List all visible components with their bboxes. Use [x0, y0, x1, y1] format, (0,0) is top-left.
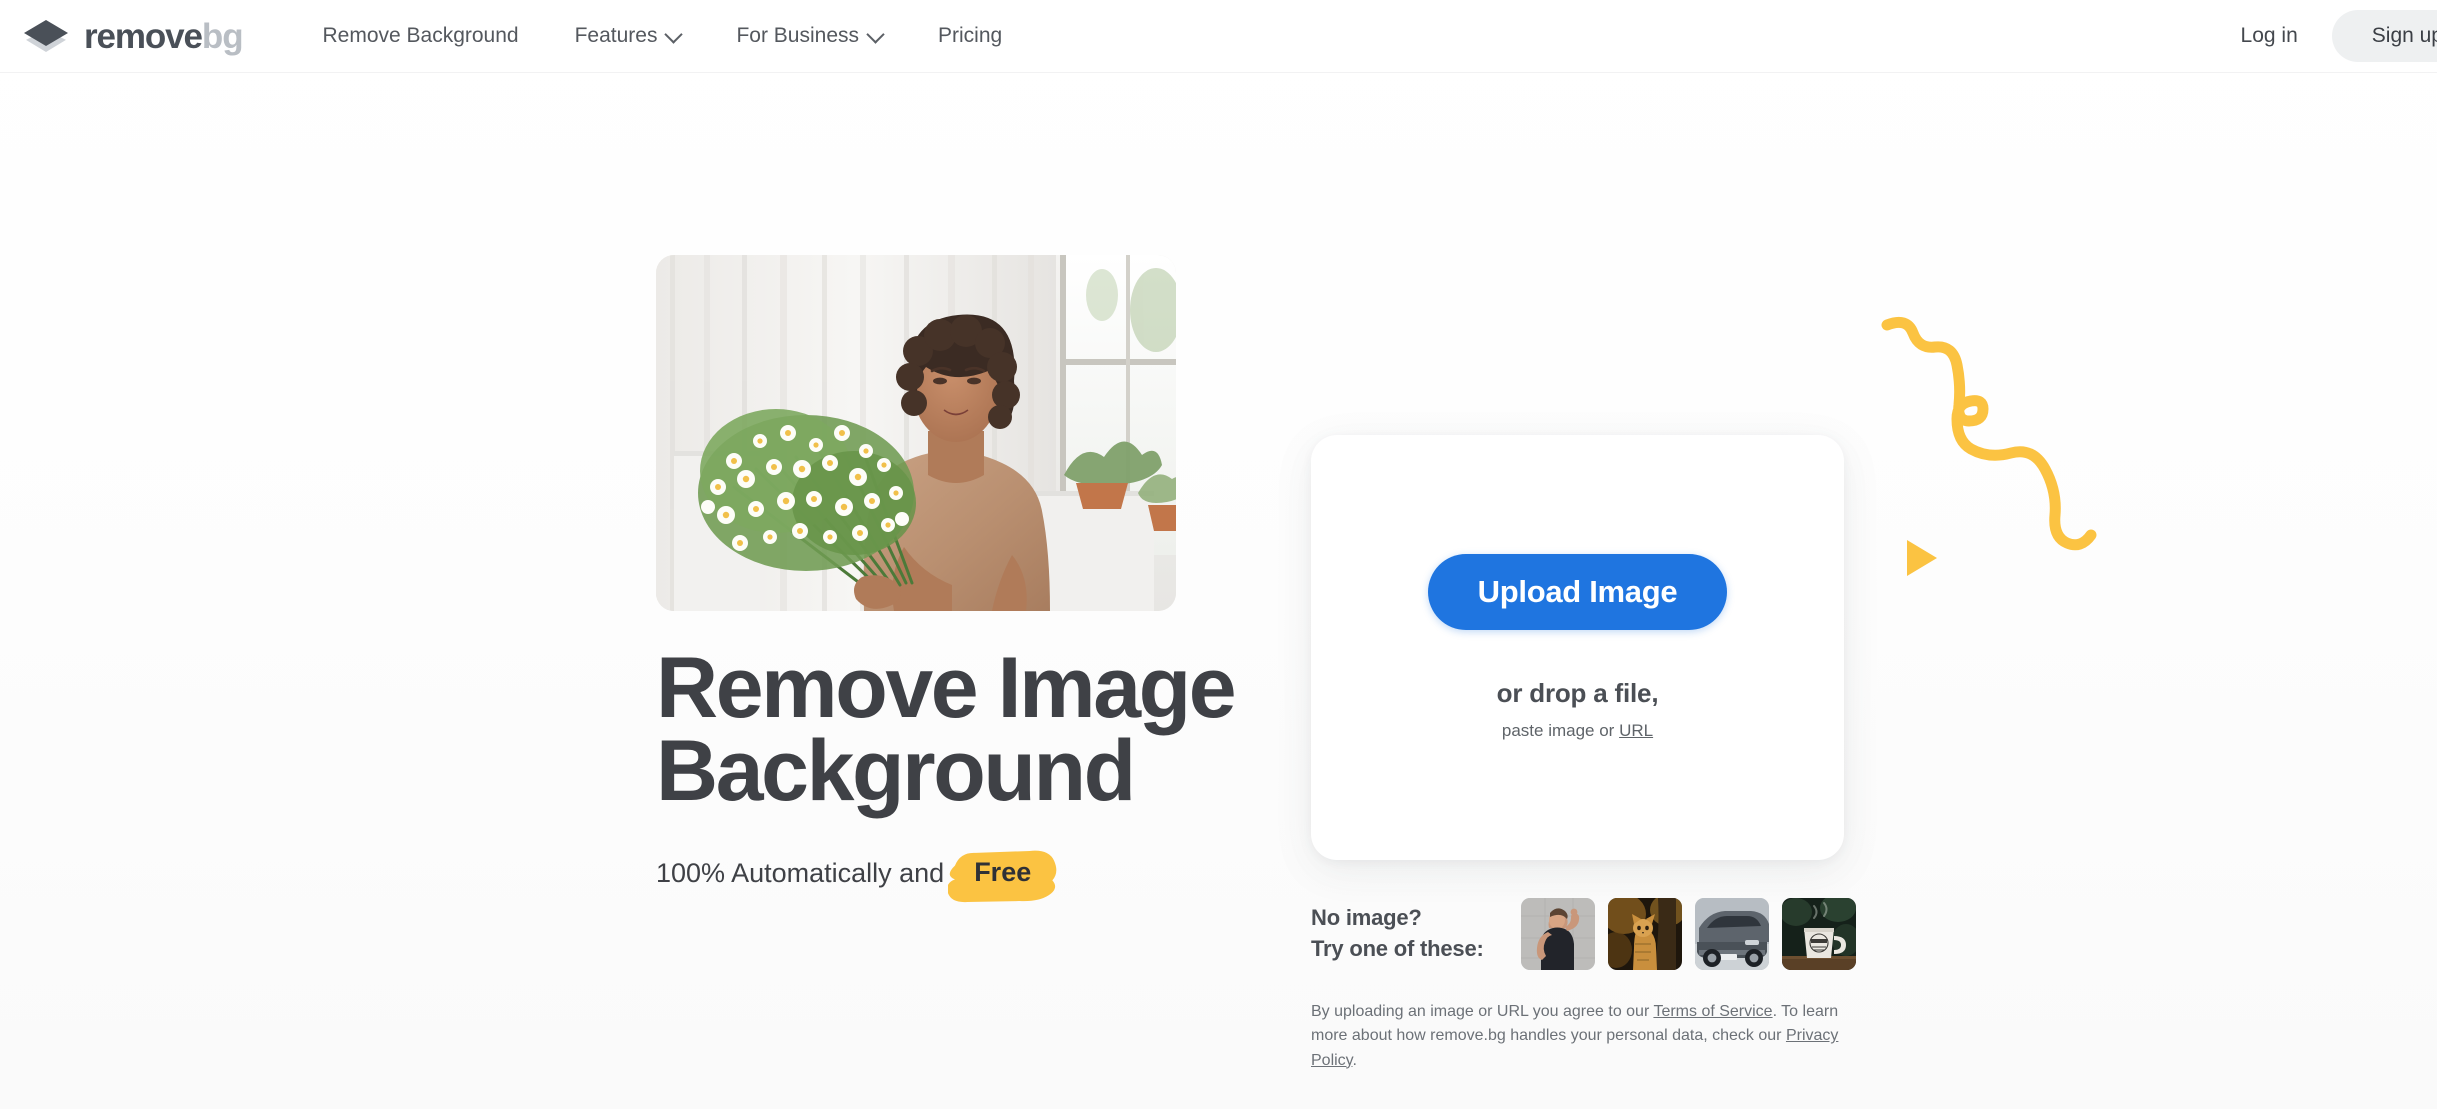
sample-car-thumbnail[interactable] [1695, 898, 1769, 970]
sample-label-line-1: No image? [1311, 905, 1422, 930]
login-link[interactable]: Log in [2207, 24, 2332, 48]
nav-item-features[interactable]: Features [547, 24, 709, 48]
sample-images-label: No image? Try one of these: [1311, 898, 1484, 964]
nav-item-for-business[interactable]: For Business [708, 24, 910, 48]
drop-file-text: or drop a file, [1496, 678, 1659, 708]
site-header: remove bg Remove Background Features For … [0, 0, 2437, 73]
page-root: remove bg Remove Background Features For … [0, 0, 2437, 1109]
sample-thumbnails [1521, 898, 1856, 970]
upload-image-button[interactable]: Upload Image [1427, 554, 1728, 630]
free-badge: Free [948, 850, 1057, 902]
paste-prefix-text: paste image or [1501, 721, 1615, 740]
brand-logo[interactable]: remove bg [22, 14, 244, 58]
legal-text-part-1: By uploading an image or URL you agree t… [1311, 1003, 1654, 1020]
sample-label-line-2: Try one of these: [1311, 936, 1484, 962]
brand-wordmark: remove bg [84, 16, 244, 56]
hero-subtitle-text: 100% Automatically and [656, 857, 945, 888]
legal-text-part-3: . [1352, 1051, 1357, 1069]
signup-button[interactable]: Sign up [2331, 10, 2437, 62]
hero-section: Remove Image Background 100% Automatical… [656, 255, 1237, 902]
page-title: Remove Image Background [656, 645, 1237, 814]
hero-title-line-2: Background [656, 723, 1136, 820]
brand-name-primary: remove [84, 16, 203, 56]
layered-diamond-icon [22, 14, 70, 58]
legal-disclaimer: By uploading an image or URL you agree t… [1311, 1000, 1848, 1073]
nav-item-pricing[interactable]: Pricing [910, 24, 1030, 48]
free-badge-label: Free [974, 856, 1032, 887]
hero-subtitle: 100% Automatically and Free [656, 850, 1236, 902]
terms-of-service-link[interactable]: Terms of Service [1653, 1003, 1772, 1020]
nav-label: Features [574, 24, 658, 47]
upload-dropzone-card[interactable]: Upload Image or drop a file, paste image… [1311, 435, 1844, 860]
sample-cat-thumbnail[interactable] [1608, 898, 1682, 970]
header-actions: Log in Sign up [2207, 0, 2437, 72]
sample-images-section: No image? Try one of these: [1311, 898, 1856, 970]
nav-item-remove-background[interactable]: Remove Background [298, 24, 546, 48]
chevron-down-icon [868, 27, 882, 41]
nav-label: Pricing [938, 24, 1003, 47]
yellow-play-triangle-icon [1907, 540, 1937, 576]
hero-photo [656, 255, 1176, 611]
main-navigation: Remove Background Features For Business … [298, 24, 1030, 48]
paste-url-line: paste image or URL [1502, 721, 1653, 741]
brand-name-secondary: bg [201, 16, 244, 56]
nav-label: Remove Background [322, 24, 519, 47]
sample-woman-flexing-thumbnail[interactable] [1521, 898, 1595, 970]
nav-label: For Business [736, 24, 860, 47]
hero-title-line-1: Remove Image [656, 640, 1237, 736]
url-link[interactable]: URL [1619, 721, 1653, 740]
chevron-down-icon [666, 27, 680, 41]
sample-coffee-mug-thumbnail[interactable] [1782, 898, 1856, 970]
